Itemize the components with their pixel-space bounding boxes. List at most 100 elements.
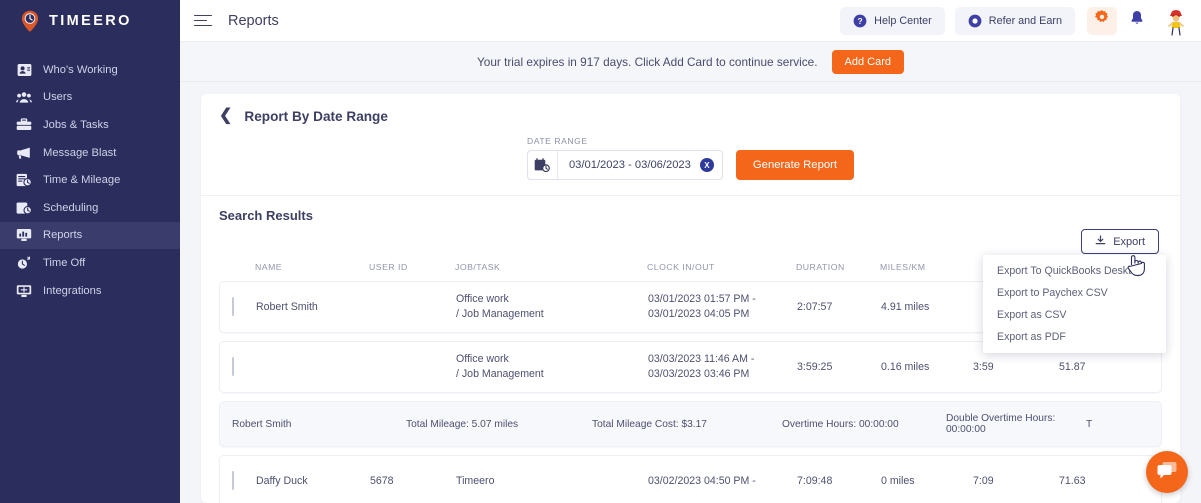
download-icon — [1095, 234, 1106, 249]
column-header-name: NAME — [255, 262, 283, 272]
clear-date-icon[interactable]: X — [699, 158, 714, 172]
chat-widget-button[interactable] — [1146, 451, 1188, 493]
svg-text:?: ? — [858, 16, 863, 26]
brand-logo[interactable]: TIMEERO — [0, 0, 180, 42]
date-range-label: DATE RANGE — [526, 136, 588, 146]
column-header-duration: DURATION — [796, 262, 845, 272]
sidebar-item-label: Message Blast — [43, 146, 117, 159]
time-mileage-icon — [16, 172, 32, 188]
report-header: ❮ Report By Date Range — [201, 94, 1180, 124]
column-header-miles-km: MILES/KM — [880, 262, 926, 272]
cell-name: Daffy Duck — [256, 475, 308, 487]
sidebar-item-reports[interactable]: Reports — [0, 221, 180, 250]
cell-name: Robert Smith — [256, 301, 318, 313]
cell-extra-2: 51.87 — [1059, 361, 1086, 373]
export-menu-item-csv[interactable]: Export as CSV — [983, 304, 1166, 326]
content-wrapper: ❮ Report By Date Range DATE RANGE 03/01/… — [180, 82, 1201, 503]
export-row: Export Export To QuickBooks Desktop Expo… — [201, 223, 1180, 353]
help-center-label: Help Center — [874, 14, 932, 27]
cell-clock-in-out: 03/01/2023 01:57 PM - 03/01/2023 04:05 P… — [648, 292, 797, 323]
report-title: Report By Date Range — [244, 108, 388, 124]
sidebar-item-label: Who's Working — [43, 63, 118, 76]
export-menu-item-quickbooks[interactable]: Export To QuickBooks Desktop — [983, 260, 1166, 282]
job-line-2: / Job Management — [456, 368, 544, 380]
cell-clock-in-out: 03/02/2023 04:50 PM - — [648, 475, 756, 487]
sidebar-item-users[interactable]: Users — [0, 84, 180, 112]
trial-banner: Your trial expires in 917 days. Click Ad… — [180, 42, 1201, 82]
gear-icon — [1094, 10, 1110, 31]
app-root: TIMEERO Who's Working Users Jobs & Tasks — [0, 0, 1201, 503]
add-card-button[interactable]: Add Card — [831, 49, 905, 74]
help-center-button[interactable]: ? Help Center — [840, 6, 945, 35]
hamburger-icon[interactable] — [194, 14, 212, 28]
settings-button[interactable] — [1087, 6, 1117, 35]
sidebar-item-time-off[interactable]: Time Off — [0, 249, 180, 277]
user-card-icon — [16, 62, 32, 78]
sidebar-item-message-blast[interactable]: Message Blast — [0, 139, 180, 167]
refer-circle-icon — [968, 14, 982, 28]
cell-extra-1: 3:59 — [973, 361, 994, 373]
sidebar-item-jobs-tasks[interactable]: Jobs & Tasks — [0, 111, 180, 139]
topbar: Reports ? Help Center Refer and Earn — [180, 0, 1201, 42]
export-button-label: Export — [1113, 235, 1145, 248]
cell-extra-2: 71.63 — [1059, 475, 1086, 487]
row-checkbox-cell — [220, 471, 256, 490]
cell-job-task: Office work / Job Management — [456, 292, 648, 323]
clock-line-2: 03/01/2023 04:05 PM — [648, 308, 750, 320]
summary-total-mileage-cost: Total Mileage Cost: $3.17 — [592, 418, 707, 430]
row-checkbox[interactable] — [232, 297, 234, 316]
sidebar-item-scheduling[interactable]: Scheduling — [0, 194, 180, 222]
cell-job-task: Office work / Job Management — [456, 352, 648, 383]
brand-name: TIMEERO — [49, 13, 132, 29]
table-row[interactable]: Daffy Duck 5678 Timeero 03/02/2023 04:50… — [219, 455, 1162, 503]
time-off-icon — [16, 255, 32, 271]
sidebar-item-integrations[interactable]: Integrations — [0, 277, 180, 305]
bell-icon — [1130, 10, 1144, 31]
cell-duration: 3:59:25 — [797, 361, 833, 373]
job-line-2: / Job Management — [456, 308, 544, 320]
clock-line-1: 03/03/2023 11:46 AM - — [648, 352, 755, 365]
row-checkbox[interactable] — [232, 471, 234, 490]
export-dropdown-menu: Export To QuickBooks Desktop Export to P… — [983, 255, 1166, 353]
job-line-1: Office work — [456, 352, 509, 365]
generate-report-button[interactable]: Generate Report — [735, 150, 855, 180]
notifications-button[interactable] — [1123, 7, 1151, 35]
row-checkbox-cell — [220, 357, 256, 376]
avatar[interactable] — [1161, 6, 1191, 36]
calendar-icon[interactable] — [528, 151, 558, 179]
column-header-user-id: USER ID — [369, 262, 408, 272]
sidebar-item-label: Integrations — [43, 284, 102, 297]
refer-and-earn-button[interactable]: Refer and Earn — [954, 6, 1075, 35]
cell-miles: 0 miles — [881, 475, 915, 487]
date-range-input[interactable]: 03/01/2023 - 03/06/2023 X — [526, 150, 723, 180]
export-menu-item-pdf[interactable]: Export as PDF — [983, 326, 1166, 348]
megaphone-icon — [16, 145, 32, 161]
sidebar-item-whos-working[interactable]: Who's Working — [0, 56, 180, 84]
calendar-clock-icon — [16, 200, 32, 216]
summary-name: Robert Smith — [232, 418, 292, 430]
summary-truncated: T — [1086, 418, 1093, 430]
sidebar-item-label: Jobs & Tasks — [43, 118, 109, 131]
chat-bubble-icon — [1156, 460, 1178, 485]
sidebar-item-label: Users — [43, 91, 73, 104]
export-button[interactable]: Export — [1081, 229, 1159, 254]
cell-extra-1: 7:09 — [973, 475, 994, 487]
row-checkbox[interactable] — [232, 357, 234, 376]
cell-clock-in-out: 03/03/2023 11:46 AM - 03/03/2023 03:46 P… — [648, 352, 797, 383]
cell-miles: 4.91 miles — [881, 301, 930, 313]
cell-miles: 0.16 miles — [881, 361, 930, 373]
sidebar-item-label: Scheduling — [43, 201, 99, 214]
column-header-job-task: JOB/TASK — [455, 262, 501, 272]
cell-duration: 7:09:48 — [797, 475, 833, 487]
date-range-value: 03/01/2023 - 03/06/2023 — [568, 159, 691, 171]
sidebar-item-time-mileage[interactable]: Time & Mileage — [0, 166, 180, 194]
summary-double-overtime-hours: Double Overtime Hours: 00:00:00 — [946, 413, 1056, 435]
cell-job-task: Timeero — [456, 475, 495, 487]
chevron-left-icon[interactable]: ❮ — [219, 108, 232, 124]
header-spacer — [219, 262, 255, 272]
sidebar-item-label: Time Off — [43, 256, 86, 269]
question-circle-icon: ? — [853, 14, 867, 28]
export-menu-item-paychex[interactable]: Export to Paychex CSV — [983, 282, 1166, 304]
main-area: Reports ? Help Center Refer and Earn You… — [180, 0, 1201, 503]
clock-line-1: 03/01/2023 01:57 PM - — [648, 292, 756, 305]
